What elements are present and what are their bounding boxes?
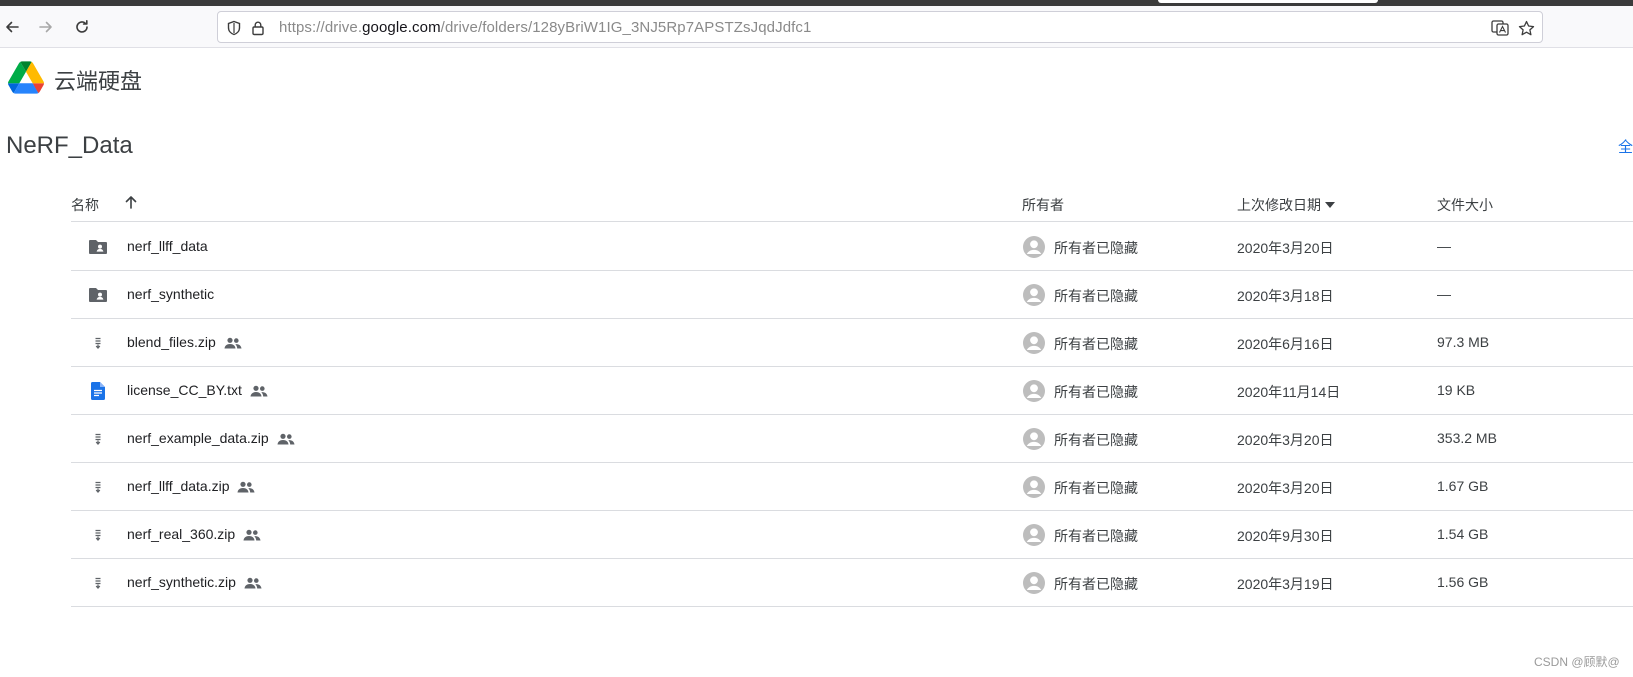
owner-text: 所有者已隐藏 <box>1054 384 1138 400</box>
shared-people-icon <box>244 576 262 589</box>
file-name[interactable]: nerf_llff_data <box>127 238 208 254</box>
modified-date: 2020年9月30日 <box>1237 528 1334 544</box>
file-size: 19 KB <box>1437 382 1476 398</box>
tracking-protection-shield-icon[interactable] <box>224 18 244 38</box>
modified-date: 2020年3月18日 <box>1237 288 1334 304</box>
file-size: — <box>1437 286 1451 302</box>
file-name-text: nerf_synthetic.zip <box>127 574 236 590</box>
shared-people-icon <box>237 480 255 493</box>
owner-text: 所有者已隐藏 <box>1054 432 1138 448</box>
translate-page-icon[interactable] <box>1490 18 1510 38</box>
zip-file-icon <box>87 573 109 593</box>
zip-file-icon <box>87 477 109 497</box>
file-row[interactable]: nerf_llff_data.zip 所有者已隐藏 2020年3月20日 1.67 G… <box>71 463 1633 511</box>
owner-text: 所有者已隐藏 <box>1054 528 1138 544</box>
owner-avatar <box>1022 427 1046 451</box>
file-row[interactable]: nerf_example_data.zip 所有者已隐藏 2020年3月20日 353… <box>71 415 1633 463</box>
shared-folder-icon <box>87 237 109 257</box>
owner-avatar <box>1022 475 1046 499</box>
shared-people-icon <box>277 432 295 445</box>
modified-date: 2020年3月20日 <box>1237 240 1334 256</box>
owner-text: 所有者已隐藏 <box>1054 576 1138 592</box>
owner-text: 所有者已隐藏 <box>1054 240 1138 256</box>
file-name[interactable]: nerf_synthetic.zip <box>127 574 262 590</box>
owner-text: 所有者已隐藏 <box>1054 336 1138 352</box>
file-row[interactable]: nerf_llff_data 所有者已隐藏 2020年3月20日 — <box>71 223 1633 271</box>
forward-button[interactable] <box>34 15 58 39</box>
file-row[interactable]: blend_files.zip 所有者已隐藏 2020年6月16日 97.3 MB <box>71 319 1633 367</box>
modified-date: 2020年3月20日 <box>1237 480 1334 496</box>
edge-link[interactable]: 全 <box>1618 136 1633 157</box>
file-row[interactable]: nerf_real_360.zip 所有者已隐藏 2020年9月30日 1.54 GB <box>71 511 1633 559</box>
reload-button[interactable] <box>70 15 94 39</box>
file-list-header: 名称 所有者 上次修改日期 文件大小 <box>71 190 1633 222</box>
bookmark-star-icon[interactable] <box>1516 18 1536 38</box>
zip-file-icon <box>87 429 109 449</box>
file-name-text: nerf_synthetic <box>127 286 215 302</box>
column-header-name[interactable]: 名称 <box>71 195 99 215</box>
owner-text: 所有者已隐藏 <box>1054 480 1138 496</box>
back-button[interactable] <box>0 15 24 39</box>
file-name-text: license_CC_BY.txt <box>127 382 242 398</box>
file-name[interactable]: nerf_real_360.zip <box>127 526 261 542</box>
zip-file-icon <box>87 333 109 353</box>
folder-title: NeRF_Data <box>6 132 133 159</box>
modified-date: 2020年3月20日 <box>1237 432 1334 448</box>
column-header-size[interactable]: 文件大小 <box>1437 195 1493 215</box>
document-icon <box>87 381 109 401</box>
file-size: 1.56 GB <box>1437 574 1489 590</box>
file-row[interactable]: nerf_synthetic 所有者已隐藏 2020年3月18日 — <box>71 271 1633 319</box>
shared-people-icon <box>224 336 242 349</box>
drive-brand-title[interactable]: 云端硬盘 <box>54 64 142 96</box>
file-name-text: nerf_real_360.zip <box>127 526 236 542</box>
arrow-left-icon <box>6 21 19 33</box>
file-row[interactable]: license_CC_BY.txt 所有者已隐藏 2020年11月14日 19 KB <box>71 367 1633 415</box>
zip-file-icon <box>87 525 109 545</box>
file-size: 353.2 MB <box>1437 430 1497 446</box>
file-size: 1.67 GB <box>1437 478 1489 494</box>
sort-ascending-arrow-icon[interactable] <box>123 194 139 210</box>
file-size: 1.54 GB <box>1437 526 1489 542</box>
url-text[interactable]: https://drive.google.com/drive/folders/1… <box>279 19 811 36</box>
reload-icon <box>76 20 88 33</box>
owner-avatar <box>1022 379 1046 403</box>
google-drive-logo-icon[interactable] <box>8 61 44 94</box>
browser-toolbar: https://drive.google.com/drive/folders/1… <box>0 6 1633 48</box>
column-header-modified[interactable]: 上次修改日期 <box>1237 195 1335 215</box>
file-name-text: nerf_llff_data.zip <box>127 478 230 494</box>
arrow-right-icon <box>39 21 52 33</box>
file-name-text: blend_files.zip <box>127 334 216 350</box>
column-header-owner[interactable]: 所有者 <box>1022 195 1064 215</box>
file-name-text: nerf_example_data.zip <box>127 430 269 446</box>
file-size: 97.3 MB <box>1437 334 1490 350</box>
file-size: — <box>1437 238 1451 254</box>
owner-text: 所有者已隐藏 <box>1054 288 1138 304</box>
file-name[interactable]: nerf_example_data.zip <box>127 430 295 446</box>
modified-date: 2020年6月16日 <box>1237 336 1334 352</box>
file-row[interactable]: nerf_synthetic.zip 所有者已隐藏 2020年3月19日 1.56 G… <box>71 559 1633 607</box>
shared-people-icon <box>250 384 268 397</box>
owner-avatar <box>1022 331 1046 355</box>
file-name[interactable]: license_CC_BY.txt <box>127 382 268 398</box>
modified-date: 2020年3月19日 <box>1237 576 1334 592</box>
owner-avatar <box>1022 235 1046 259</box>
owner-avatar <box>1022 283 1046 307</box>
address-bar[interactable]: https://drive.google.com/drive/folders/1… <box>217 11 1543 43</box>
watermark: CSDN @顾默@ <box>1534 655 1620 669</box>
sort-descending-caret-icon[interactable] <box>1325 202 1335 208</box>
file-name[interactable]: blend_files.zip <box>127 334 242 350</box>
file-name-text: nerf_llff_data <box>127 238 208 254</box>
file-name[interactable]: nerf_synthetic <box>127 286 214 302</box>
lock-icon[interactable] <box>248 18 268 38</box>
file-name[interactable]: nerf_llff_data.zip <box>127 478 255 494</box>
modified-date: 2020年11月14日 <box>1237 384 1341 400</box>
shared-folder-icon <box>87 285 109 305</box>
owner-avatar <box>1022 571 1046 595</box>
active-tab-indicator[interactable] <box>1158 0 1378 3</box>
owner-avatar <box>1022 523 1046 547</box>
shared-people-icon <box>243 528 261 541</box>
